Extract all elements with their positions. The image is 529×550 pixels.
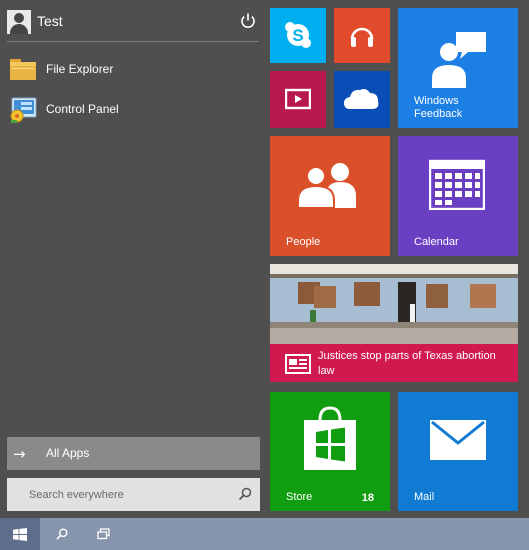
folder-icon: [10, 59, 36, 80]
user-avatar-icon: [7, 10, 31, 34]
start-menu: Test File Explorer Control Panel → All A…: [0, 0, 529, 518]
cloud-icon: [344, 89, 379, 109]
tile-music[interactable]: [334, 8, 390, 63]
windows-logo-icon: [13, 528, 27, 541]
search-icon: [56, 528, 68, 540]
mail-icon: [430, 420, 486, 460]
app-label: Control Panel: [46, 102, 119, 116]
search-icon[interactable]: [238, 487, 252, 501]
headphones-icon: [350, 27, 374, 47]
tile-label: Mail: [414, 491, 435, 503]
calendar-icon: [429, 159, 485, 210]
tile-store[interactable]: Store 18: [270, 392, 390, 511]
search-input[interactable]: [7, 478, 227, 511]
task-view-icon: [97, 528, 110, 540]
store-badge: 18: [361, 492, 374, 504]
user-account[interactable]: Test: [7, 8, 259, 42]
tile-people[interactable]: People: [270, 136, 390, 256]
video-icon: [285, 88, 311, 110]
tile-video[interactable]: [270, 71, 326, 128]
taskbar-search-button[interactable]: [42, 518, 82, 550]
news-headline: Justices stop parts of Texas abortion la…: [318, 350, 496, 377]
svg-text:S: S: [292, 26, 303, 45]
people-icon: [297, 163, 356, 208]
tile-label: Windows Feedback: [414, 95, 463, 120]
app-control-panel[interactable]: Control Panel: [7, 93, 259, 127]
arrow-right-icon: →: [13, 445, 26, 463]
news-photo: [270, 264, 518, 344]
skype-icon: S: [285, 22, 311, 48]
store-bag-icon: [304, 406, 356, 470]
start-button[interactable]: [0, 518, 40, 550]
news-icon: [285, 354, 311, 374]
power-icon[interactable]: [239, 12, 257, 30]
task-view-button[interactable]: [84, 518, 124, 550]
tile-label: Store: [286, 491, 313, 503]
taskbar: [0, 518, 529, 550]
tile-news[interactable]: Justices stop parts of Texas abortion la…: [270, 264, 518, 382]
news-caption: Justices stop parts of Texas abortion la…: [270, 344, 518, 382]
user-name: Test: [37, 13, 63, 29]
tile-skype[interactable]: S: [270, 8, 326, 63]
tile-calendar[interactable]: Calendar: [398, 136, 518, 256]
tile-onedrive[interactable]: [334, 71, 390, 128]
all-apps-button[interactable]: → All Apps: [7, 437, 260, 470]
tile-label: People: [286, 236, 321, 248]
control-panel-icon: [10, 97, 37, 123]
tile-mail[interactable]: Mail: [398, 392, 518, 511]
app-label: File Explorer: [46, 62, 114, 76]
app-file-explorer[interactable]: File Explorer: [7, 53, 259, 87]
feedback-people-icon: [432, 32, 486, 88]
search-box: [7, 478, 260, 511]
all-apps-label: All Apps: [46, 446, 90, 460]
tile-windows-feedback[interactable]: Windows Feedback: [398, 8, 518, 128]
tile-label: Calendar: [414, 236, 459, 248]
